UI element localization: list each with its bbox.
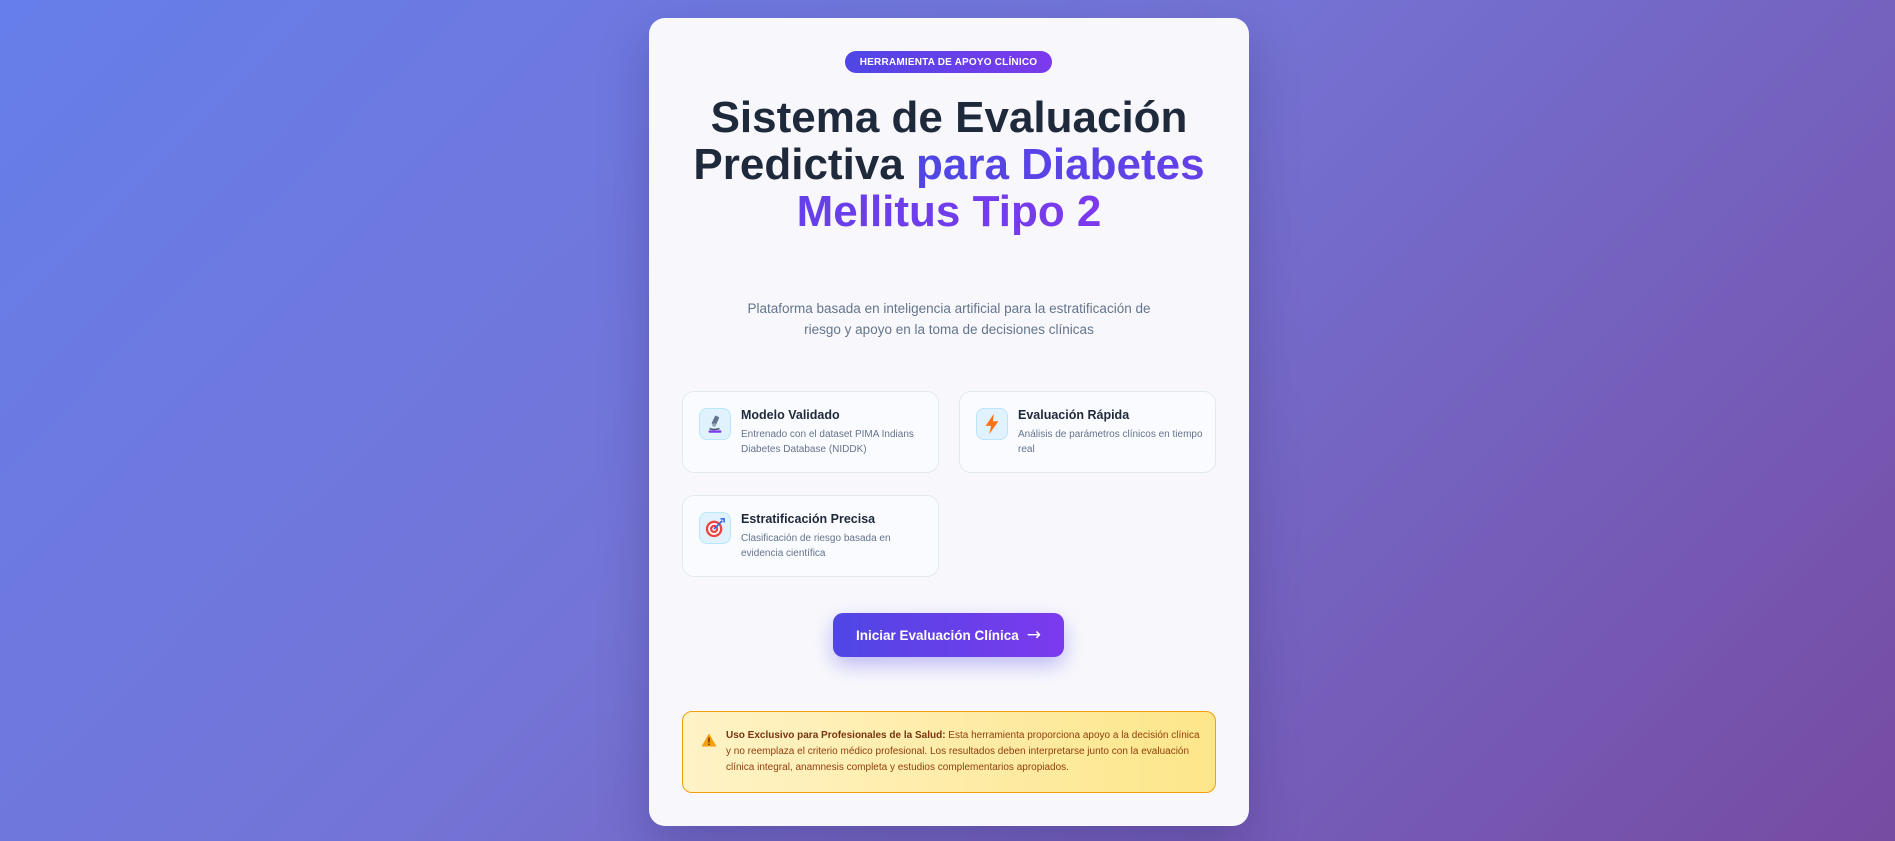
- lightning-icon: [976, 408, 1008, 440]
- professional-use-warning: Uso Exclusivo para Profesionales de la S…: [682, 711, 1216, 793]
- clinical-tool-badge: HERRAMIENTA DE APOYO CLÍNICO: [845, 51, 1052, 73]
- warning-icon: [701, 733, 717, 747]
- feature-description: Clasificación de riesgo basada en eviden…: [741, 533, 891, 559]
- warning-heading: Uso Exclusivo para Profesionales de la S…: [726, 730, 946, 741]
- feature-card-fast-evaluation: Evaluación Rápida Análisis de parámetros…: [959, 391, 1216, 473]
- start-evaluation-button[interactable]: Iniciar Evaluación Clínica →: [833, 613, 1064, 657]
- welcome-card: HERRAMIENTA DE APOYO CLÍNICO Sistema de …: [649, 18, 1249, 826]
- start-evaluation-label: Iniciar Evaluación Clínica: [855, 627, 1019, 643]
- feature-title: Modelo Validado: [741, 408, 840, 422]
- microscope-icon: [699, 408, 731, 440]
- feature-card-validated-model: Modelo Validado Entrenado con el dataset…: [682, 391, 939, 473]
- feature-description: Entrenado con el dataset PIMA Indians Di…: [741, 429, 914, 455]
- feature-description: Análisis de parámetros clínicos en tiemp…: [1018, 429, 1203, 455]
- page-title: Sistema de Evaluación Predictiva para Di…: [679, 94, 1219, 235]
- page-subtitle: Plataforma basada en inteligencia artifi…: [747, 301, 1151, 337]
- feature-card-precise-stratification: Estratificación Precisa Clasificación de…: [682, 495, 939, 577]
- target-icon: [699, 512, 731, 544]
- arrow-right-icon: →: [1026, 625, 1042, 645]
- feature-title: Estratificación Precisa: [741, 512, 876, 526]
- feature-title: Evaluación Rápida: [1018, 408, 1130, 422]
- warning-text: Uso Exclusivo para Profesionales de la S…: [726, 728, 1201, 776]
